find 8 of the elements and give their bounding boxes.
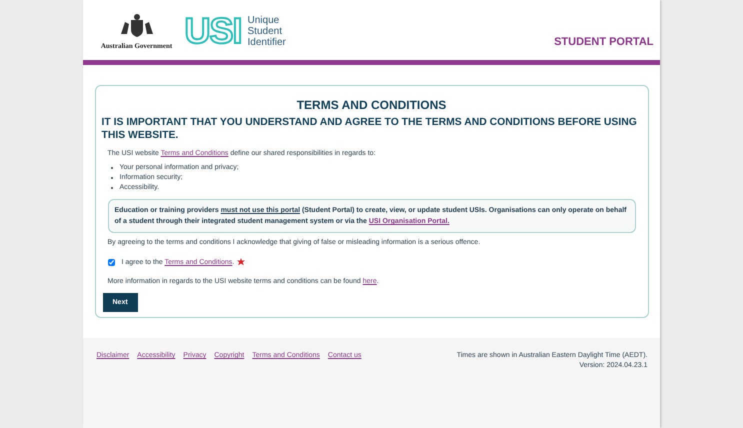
- usi-logo-mark: USI: [184, 14, 242, 48]
- logo-word: Student: [248, 26, 283, 36]
- page-title: TERMS AND CONDITIONS: [296, 98, 448, 112]
- warning-heading: IT IS IMPORTANT THAT YOU UNDERSTAND AND AGREE TO THE TERMS AND CONDITIONS BEFORE USING THIS WEBSITE.: [102, 116, 638, 142]
- logo-word: Unique: [248, 14, 280, 26]
- agree-checkbox[interactable]: [108, 258, 114, 266]
- logo-word: Identifier: [248, 36, 286, 48]
- portal-title: STUDENT PORTAL: [554, 36, 654, 48]
